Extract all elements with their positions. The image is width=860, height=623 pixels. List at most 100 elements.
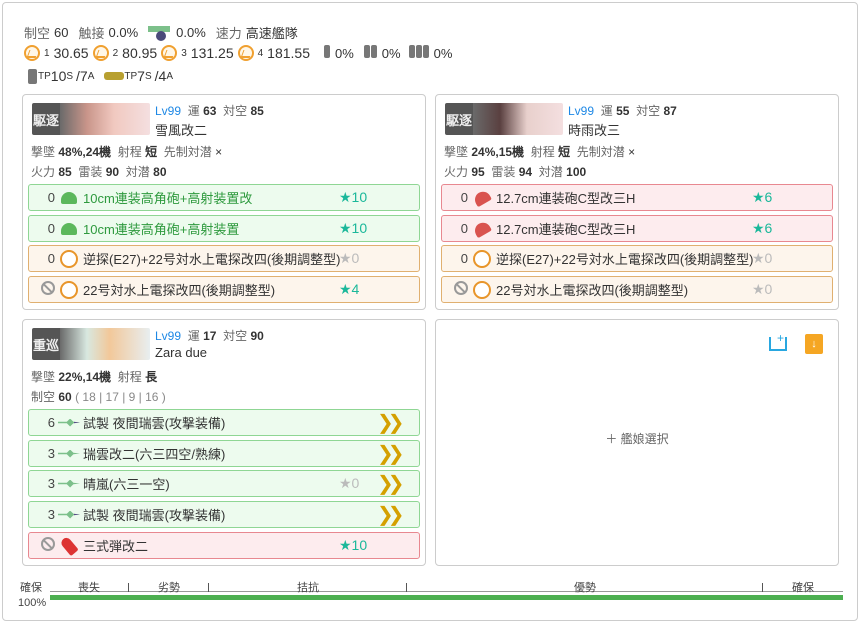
air-power: 60	[58, 390, 71, 404]
equip-slot[interactable]: 3晴嵐(六三一空)★0❯❯	[28, 470, 420, 497]
equip-slot[interactable]: 0逆探(E27)+22号対水上電探改四(後期調整型)★0	[28, 245, 420, 272]
select-ship-button[interactable]: ＋ 艦娘選択	[436, 430, 838, 447]
night-contact-value: 0.0%	[176, 25, 206, 40]
import-icon[interactable]: +	[769, 337, 787, 351]
air-label: 制空	[31, 390, 55, 404]
fp-label: 火力	[31, 165, 55, 179]
gauge-tick	[406, 583, 407, 592]
ship-banner[interactable]: 重巡	[32, 328, 150, 360]
range: 長	[145, 370, 157, 384]
contact-label: 触接	[78, 23, 104, 42]
tp-s: 10	[51, 68, 67, 84]
drum-icon	[324, 45, 331, 61]
firepower: 95	[471, 165, 484, 179]
los-index: 2	[113, 48, 119, 59]
gauge-tick	[128, 583, 129, 592]
ship-type: 重巡	[32, 328, 60, 360]
equip-name: 12.7cm連装砲C型改三H	[496, 188, 832, 207]
equip-slot[interactable]: 012.7cm連装砲C型改三H★6	[441, 215, 833, 242]
hagun-icon	[61, 223, 77, 235]
tank-icon	[104, 72, 124, 80]
improvement-star: ★10	[339, 189, 367, 206]
los-icon	[238, 45, 254, 61]
night-seaplane-icon	[58, 419, 80, 427]
shootdown: 24%,15機	[471, 145, 524, 159]
radar-icon	[473, 281, 491, 299]
ship-card-yukikaze[interactable]: 駆逐 Lv99 運 63 対空 85 雪風改二 撃墜 48%,24機 射程 短 …	[22, 94, 426, 310]
ship-banner[interactable]: 駆逐	[32, 103, 150, 135]
ship-type: 駆逐	[32, 103, 60, 135]
ship-stats-head: Lv99 運 63 対空 85	[155, 102, 264, 119]
tp-tank-a: 4	[159, 68, 167, 84]
ship-line3: 火力 85 雷装 90 対潜 80	[31, 163, 167, 180]
equip-slot-ex[interactable]: 22号対水上電探改四(後期調整型)★0	[441, 276, 833, 303]
tp-a: 7	[80, 68, 88, 84]
equip-name: 10cm連装高角砲+高射装置改	[83, 188, 419, 207]
seaplane-bomber-icon	[58, 450, 80, 458]
equip-slot[interactable]: 6試製 夜間瑞雲(攻撃装備)❯❯	[28, 409, 420, 436]
night-seaplane-icon	[58, 511, 80, 519]
los-value: 131.25	[191, 45, 234, 61]
los-value: 181.55	[267, 45, 310, 61]
drum2-icon	[364, 45, 378, 61]
empty-ship-slot[interactable]: + ↓ ＋ 艦娘選択	[435, 319, 839, 566]
equip-name: 逆探(E27)+22号対水上電探改四(後期調整型)	[496, 249, 832, 268]
shootdown: 22%,14機	[58, 370, 111, 384]
ship-card-zara[interactable]: 重巡 Lv99 運 17 対空 90 Zara due 撃墜 22%,14機 射…	[22, 319, 426, 566]
no-slot-icon	[454, 281, 468, 295]
tp-a-sub: A	[88, 71, 95, 82]
equip-name: 10cm連装高角砲+高射装置	[83, 219, 419, 238]
gauge-percent: 100%	[18, 597, 46, 609]
gauge-tick	[762, 583, 763, 592]
equip-slot[interactable]: 010cm連装高角砲+高射装置改★10	[28, 184, 420, 211]
no-slot-icon	[41, 281, 55, 295]
equip-slot-ex[interactable]: 三式弾改二★10	[28, 532, 420, 559]
equip-name: 逆探(E27)+22号対水上電探改四(後期調整型)	[83, 249, 419, 268]
level: Lv99	[155, 104, 181, 118]
air-detail: ( 18 | 17 | 9 | 16 )	[75, 390, 166, 404]
proficiency-icon: ❯❯	[377, 471, 399, 496]
gauge-label-superiority: 優勢	[574, 579, 596, 595]
ship-banner[interactable]: 駆逐	[445, 103, 563, 135]
no-slot-icon	[41, 537, 55, 551]
aa-label: 対空	[223, 104, 247, 118]
oasw-label: 先制対潜	[164, 145, 212, 159]
slot-count: 0	[29, 251, 55, 266]
oasw-label: 先制対潜	[577, 145, 625, 159]
equip-name: 晴嵐(六三一空)	[83, 474, 419, 493]
luck: 17	[203, 329, 216, 343]
range-label: 射程	[531, 145, 555, 159]
gauge-left-label: 確保	[20, 579, 42, 595]
gauge-label-parity: 拮抗	[297, 579, 319, 595]
shootdown-label: 撃墜	[444, 145, 468, 159]
drum3-rate: 0%	[434, 46, 453, 61]
contact-value: 0.0%	[109, 25, 139, 40]
los-icon	[24, 45, 40, 61]
radar-icon	[60, 281, 78, 299]
ship-name: 時雨改三	[568, 120, 620, 139]
equip-slot[interactable]: 012.7cm連装砲C型改三H★6	[441, 184, 833, 211]
ship-card-shigure[interactable]: 駆逐 Lv99 運 55 対空 87 時雨改三 撃墜 24%,15機 射程 短 …	[435, 94, 839, 310]
slot-count: 0	[442, 251, 468, 266]
tp-s-sub: S	[145, 71, 152, 82]
equip-slot-ex[interactable]: 22号対水上電探改四(後期調整型)★4	[28, 276, 420, 303]
proficiency-icon: ❯❯	[377, 441, 399, 466]
clipboard-icon[interactable]: ↓	[805, 334, 823, 354]
seaplane-bomber-icon	[58, 480, 80, 488]
speed-label: 速力	[216, 23, 242, 42]
ship-type: 駆逐	[445, 103, 473, 135]
equip-slot[interactable]: 010cm連装高角砲+高射装置★10	[28, 215, 420, 242]
ship-stats-head: Lv99 運 17 対空 90	[155, 327, 264, 344]
aa-label: 対空	[636, 104, 660, 118]
fleet-summary-tp: TP10S/ 7A TP7S/ 4A	[28, 68, 173, 84]
fleet-summary-row1: 制空60 触接0.0% 0.0% 速力高速艦隊	[24, 23, 298, 42]
los-icon	[93, 45, 109, 61]
equip-slot[interactable]: 0逆探(E27)+22号対水上電探改四(後期調整型)★0	[441, 245, 833, 272]
improvement-star: ★4	[339, 281, 359, 298]
improvement-star: ★0	[752, 281, 772, 298]
oasw: ×	[628, 145, 635, 159]
night-contact-icon	[148, 26, 172, 40]
equip-slot[interactable]: 3試製 夜間瑞雲(攻撃装備)❯❯	[28, 501, 420, 528]
equip-slot[interactable]: 3瑞雲改二(六三四空/熟練)❯❯	[28, 440, 420, 467]
radar-icon	[60, 250, 78, 268]
